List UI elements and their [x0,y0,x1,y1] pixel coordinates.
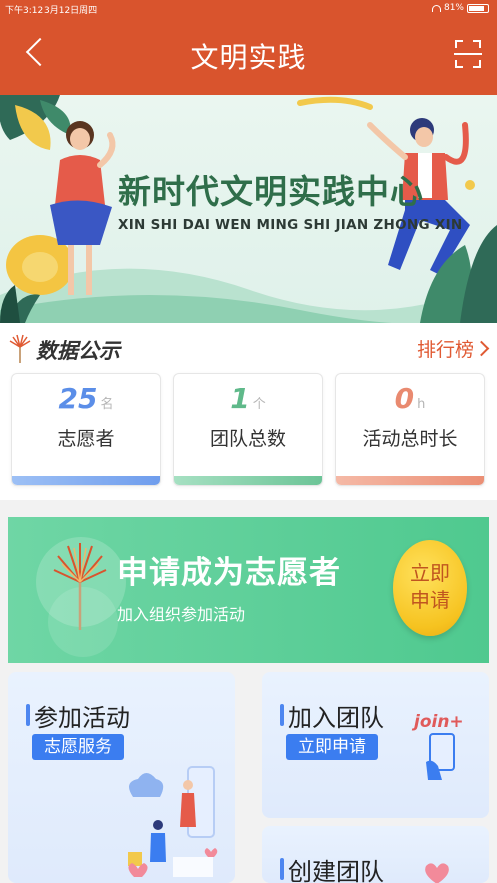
title-accent [280,858,284,880]
stat-value: 1 [230,382,250,415]
scan-icon-corner [473,40,481,48]
page-title: 文明实践 [190,41,307,74]
apply-now-button[interactable]: 立即 申请 [393,540,467,636]
scan-icon-corner [455,60,463,68]
stat-value: 25 [58,382,98,415]
apply-button-line2: 申请 [410,588,450,612]
apply-subtitle: 加入组织参加活动 [117,605,246,624]
join-activity-tile[interactable]: 参加活动 志愿服务 [8,672,235,883]
stat-value-row: 1个 [174,382,322,415]
ranking-link[interactable]: 排行榜 [416,335,490,362]
stat-card-volunteers[interactable]: 25 名 志愿者 [11,373,161,486]
scan-icon [455,40,463,48]
stat-label: 团队总数 [209,428,286,450]
tile-title: 加入团队 [288,704,384,732]
stat-bar [336,476,484,485]
status-time: 下午3:12 [5,6,44,16]
wifi-icon [431,4,441,12]
banner-subtitle: XIN SHI DAI WEN MING SHI JIAN ZHONG XIN [118,217,463,233]
stat-value: 0 [394,382,415,415]
join-team-tile[interactable]: 加入团队 立即申请 join+ [262,672,489,818]
data-section: 数据公示 排行榜 25 名 志愿者 1个 团队总数 0h 活动总时长 [0,323,497,500]
stat-label: 志愿者 [57,428,115,450]
battery-percent: 81% [443,3,464,13]
section-title: 数据公示 [36,339,120,363]
stat-unit: 名 [100,397,114,412]
tile-title: 创建团队 [288,858,384,883]
stat-card-hours[interactable]: 0h 活动总时长 [335,373,485,486]
title-accent [280,704,284,726]
stat-unit: 个 [252,397,266,412]
tile-title: 参加活动 [34,704,130,732]
status-date: 3月12日周四 [44,6,98,16]
scan-icon-corner [473,60,481,68]
hand-phone-icon [426,733,455,780]
status-bar: 下午3:12 3月12日周四 81% [0,0,497,16]
stat-value-row: 25 名 [12,382,160,415]
stat-bar [174,476,322,485]
activity-illustration [128,766,218,877]
stat-value-row: 0h [336,382,484,415]
stat-bar [12,476,160,485]
apply-volunteer-banner[interactable]: 申请成为志愿者 加入组织参加活动 立即 申请 [8,517,489,663]
apply-now-pill[interactable]: 立即申请 [286,734,378,760]
title-accent [26,704,30,726]
sunburst-logo-icon [9,334,31,363]
chevron-right-icon [473,340,490,357]
scan-button[interactable] [453,36,483,72]
battery-icon [467,3,489,13]
apply-title: 申请成为志愿者 [117,555,341,591]
scan-icon-line [454,53,482,55]
stat-card-teams[interactable]: 1个 团队总数 [173,373,323,486]
status-indicators: 81% [431,3,489,13]
banner-title: 新时代文明实践中心 [118,172,424,211]
volunteer-service-pill[interactable]: 志愿服务 [32,734,124,760]
app-header: 下午3:12 3月12日周四 81% 文明实践 [0,0,497,95]
hero-banner[interactable]: 新时代文明实践中心 XIN SHI DAI WEN MING SHI JIAN … [0,95,497,323]
stat-unit: h [417,397,426,412]
join-plus-text: join+ [414,712,464,732]
stat-label: 活动总时长 [362,428,458,450]
apply-button-line1: 立即 [410,561,450,585]
sunburst-logo-icon [53,543,107,630]
heart-icon [425,863,449,883]
create-team-tile[interactable]: 创建团队 [262,826,489,883]
ranking-label: 排行榜 [416,339,474,361]
